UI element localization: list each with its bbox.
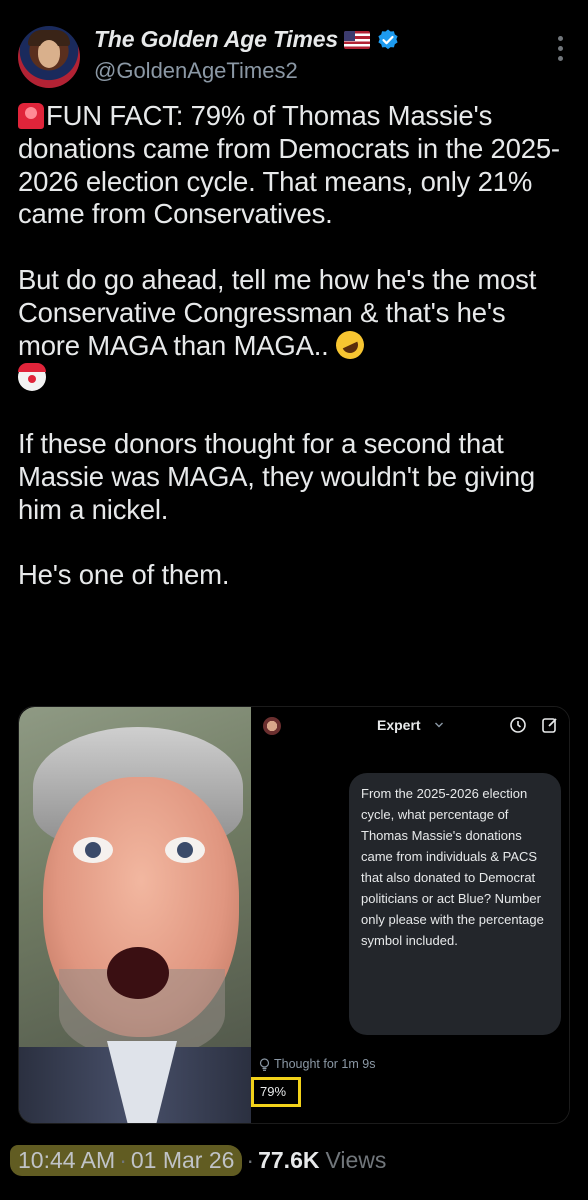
tweet-paragraph-1-text: FUN FACT: 79% of Thomas Massie's donatio…	[18, 100, 560, 230]
tweet-text: FUN FACT: 79% of Thomas Massie's donatio…	[18, 100, 574, 592]
separator-dot: ·	[246, 1146, 255, 1173]
answer-highlight: 79%	[251, 1077, 301, 1107]
tweet-date: 01 Mar 26	[130, 1146, 235, 1173]
author-handle[interactable]: @GoldenAgeTimes2	[94, 58, 298, 84]
expert-mode-label: Expert	[377, 717, 421, 733]
us-flag-icon	[343, 30, 370, 49]
chat-avatar	[263, 717, 281, 735]
tweet-header: The Golden Age Times @GoldenAgeTimes2	[18, 22, 570, 90]
chevron-down-icon	[435, 722, 443, 728]
tweet-paragraph-2-text: But do go ahead, tell me how he's the mo…	[18, 263, 537, 361]
history-icon	[510, 717, 526, 733]
author-name-row[interactable]: The Golden Age Times	[94, 26, 400, 53]
separator-dot: ·	[119, 1146, 127, 1173]
views-label: Views	[325, 1146, 387, 1173]
thought-label: Thought for 1m 9s	[274, 1057, 376, 1071]
lightbulb-icon	[259, 1057, 270, 1071]
more-options-icon[interactable]	[558, 36, 564, 66]
photo-of-man	[19, 707, 251, 1123]
author-display-name[interactable]: The Golden Age Times	[94, 26, 338, 53]
rofl-emoji-icon	[331, 325, 369, 364]
tweet-paragraph-2: But do go ahead, tell me how he's the mo…	[18, 264, 574, 395]
tweet-paragraph-3: If these donors thought for a second tha…	[18, 427, 535, 525]
verified-badge-icon	[378, 29, 398, 49]
tweet-paragraph-4: He's one of them.	[18, 559, 230, 591]
timestamp-highlight[interactable]: 10:44 AM · 01 Mar 26	[10, 1144, 243, 1176]
tweet-media-image[interactable]: Expert From the 2025-2026 election cycle…	[18, 706, 570, 1124]
question-bubble: From the 2025-2026 election cycle, what …	[349, 773, 561, 1035]
author-avatar[interactable]	[18, 26, 80, 88]
tweet-paragraph-1: FUN FACT: 79% of Thomas Massie's donatio…	[18, 100, 574, 231]
tweet-footer: 10:44 AM · 01 Mar 26 · 77.6K Views	[10, 1143, 387, 1177]
siren-emoji-icon	[18, 103, 44, 129]
tweet-time: 10:44 AM	[18, 1146, 116, 1173]
edit-icon	[542, 718, 557, 733]
thought-duration: Thought for 1m 9s	[259, 1057, 375, 1071]
clown-emoji-icon	[18, 363, 46, 392]
chat-screenshot: Expert From the 2025-2026 election cycle…	[251, 707, 569, 1123]
views-count[interactable]: 77.6K	[258, 1147, 319, 1174]
